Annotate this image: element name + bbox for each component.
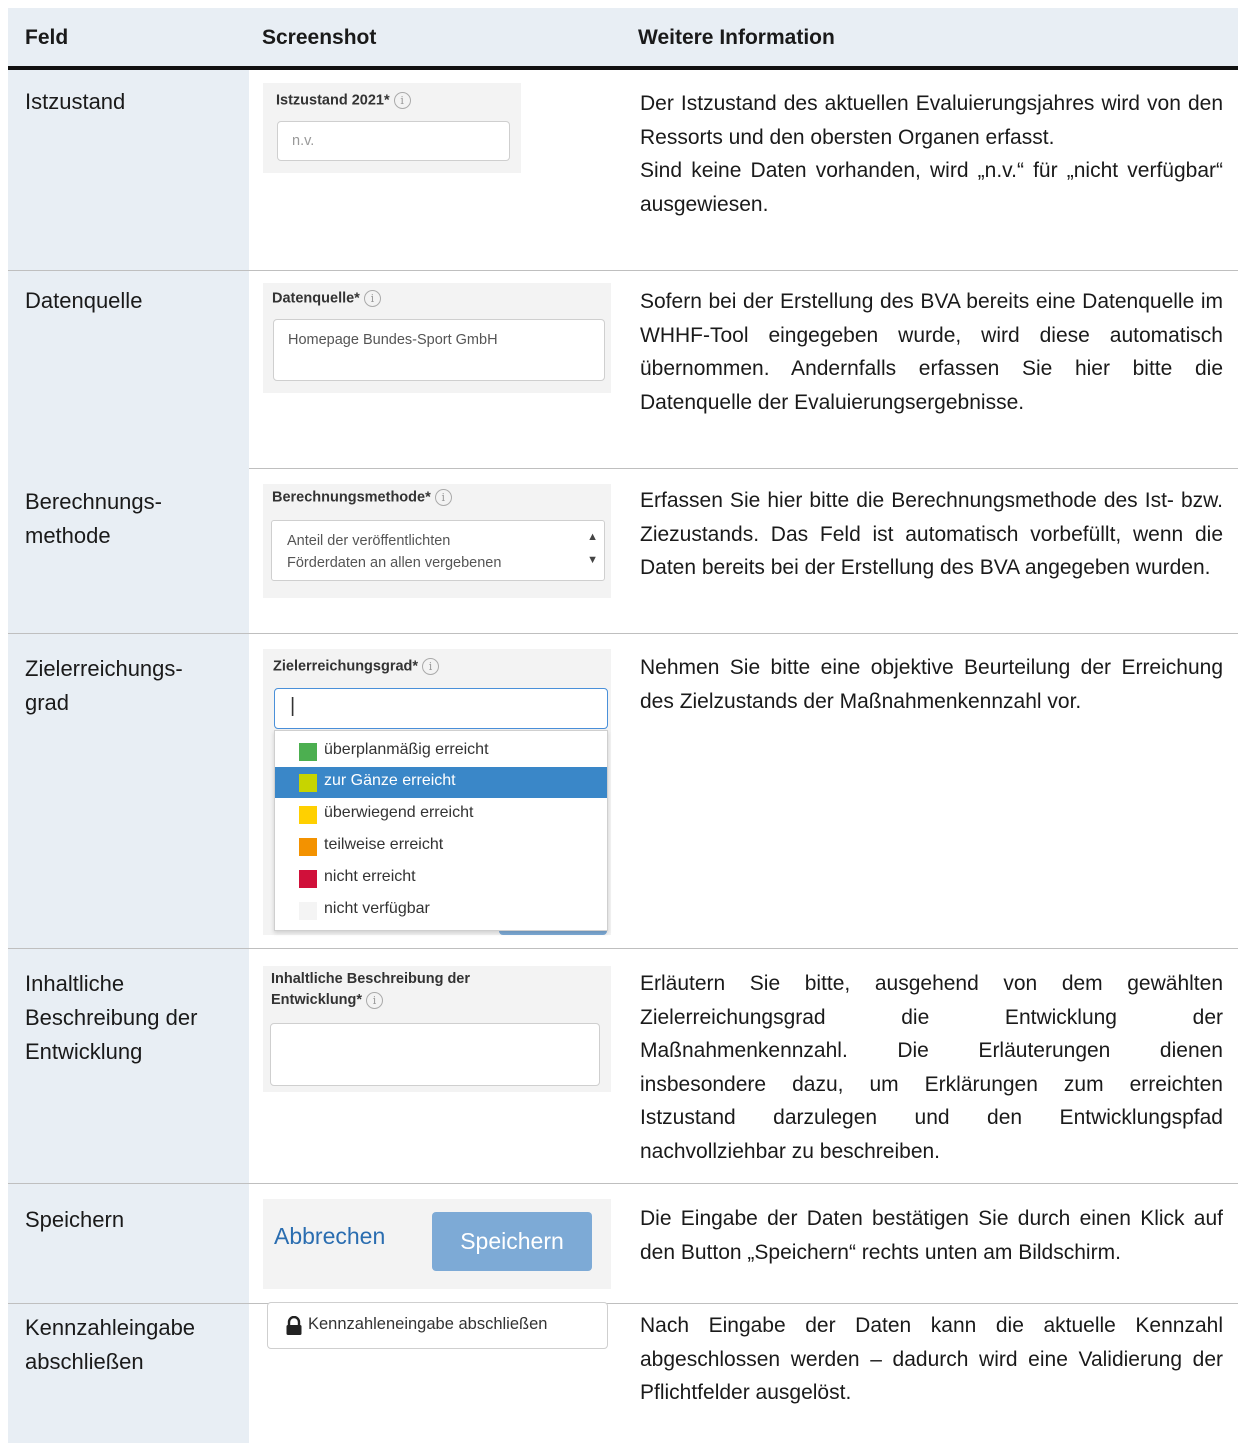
datenquelle-value: Homepage Bundes-Sport GmbH bbox=[288, 332, 498, 348]
row-divider bbox=[8, 1303, 1238, 1304]
dropdown-option-selected[interactable]: zur Gänze erreicht bbox=[275, 767, 607, 798]
beschreibung-textarea[interactable] bbox=[270, 1023, 600, 1086]
color-swatch bbox=[299, 743, 317, 761]
info-datenquelle: Sofern bei der Erstellung des BVA bereit… bbox=[640, 285, 1223, 419]
info-icon[interactable]: i bbox=[366, 991, 384, 1009]
row-divider bbox=[8, 1183, 1238, 1184]
berechnungsmethode-value-line: Förderdaten an allen vergebenen bbox=[287, 555, 502, 571]
istzustand-placeholder: n.v. bbox=[292, 133, 315, 149]
text-cursor: | bbox=[290, 695, 296, 717]
feld-column-background bbox=[8, 70, 249, 1443]
speichern-button[interactable]: Speichern bbox=[432, 1212, 592, 1271]
zielerreichungsgrad-dropdown: überplanmäßig erreicht zur Gänze erreich… bbox=[274, 730, 608, 931]
istzustand-label: Istzustand 2021* i bbox=[276, 92, 411, 109]
info-icon[interactable]: i bbox=[434, 489, 452, 506]
info-inhaltliche-beschreibung: Erläutern Sie bitte, ausgehend von dem g… bbox=[640, 967, 1223, 1168]
color-swatch bbox=[299, 806, 317, 824]
screenshot-zielerreichungsgrad: Zielerreichungsgrad* i | überplanmäßig er… bbox=[263, 649, 611, 935]
info-paragraph: Die Eingabe der Daten bestätigen Sie dur… bbox=[640, 1207, 1223, 1264]
row-divider bbox=[8, 270, 1238, 271]
feld-speichern: Speichern bbox=[25, 1207, 125, 1232]
option-label: überwiegend erreicht bbox=[324, 804, 474, 821]
color-swatch bbox=[299, 774, 317, 792]
feld-istzustand: Istzustand bbox=[25, 89, 126, 114]
dropdown-option[interactable]: überplanmäßig erreicht bbox=[275, 736, 607, 767]
screenshot-datenquelle: Datenquelle* i Homepage Bundes-Sport GmbH bbox=[263, 283, 611, 393]
info-paragraph: Sofern bei der Erstellung des BVA bereit… bbox=[640, 290, 1223, 414]
info-paragraph: Sind keine Daten vorhanden, wird „n.v.“ … bbox=[640, 159, 1223, 216]
info-paragraph: Nehmen Sie bitte eine objektive Beurteil… bbox=[640, 656, 1223, 713]
feld-zielerreichungsgrad: Zielerreichungs- grad bbox=[25, 656, 183, 715]
screenshot-speichern: Abbrechen Speichern bbox=[263, 1199, 611, 1289]
info-paragraph: Erläutern Sie bitte, ausgehend von dem g… bbox=[640, 972, 1223, 1163]
option-label: nicht erreicht bbox=[324, 868, 416, 885]
row-divider bbox=[8, 633, 1238, 634]
color-swatch bbox=[299, 838, 317, 856]
header-weitere-information: Weitere Information bbox=[638, 26, 835, 49]
zielerreichungsgrad-label: Zielerreichungsgrad* i bbox=[273, 658, 440, 675]
scroll-up-icon[interactable]: ▲ bbox=[587, 531, 598, 543]
screenshot-istzustand: Istzustand 2021* i n.v. bbox=[263, 83, 521, 173]
datenquelle-input[interactable]: Homepage Bundes-Sport GmbH bbox=[273, 319, 605, 381]
info-istzustand: Der Istzustand des aktuellen Evaluierung… bbox=[640, 87, 1223, 221]
istzustand-input[interactable]: n.v. bbox=[277, 121, 510, 161]
info-paragraph: Der Istzustand des aktuellen Evaluierung… bbox=[640, 92, 1223, 149]
info-paragraph: Nach Eingabe der Daten kann die aktuelle… bbox=[640, 1314, 1223, 1404]
color-swatch bbox=[299, 870, 317, 888]
info-icon[interactable]: i bbox=[393, 92, 411, 109]
kennzahleneingabe-abschliessen-button[interactable]: Kennzahleneingabe abschließen bbox=[267, 1302, 608, 1349]
dropdown-option[interactable]: nicht verfügbar bbox=[275, 895, 607, 926]
screenshot-berechnungsmethode: Berechnungsmethode* i Anteil der veröffen… bbox=[263, 484, 611, 598]
info-icon[interactable]: i bbox=[363, 290, 381, 307]
berechnungsmethode-textarea[interactable]: Anteil der veröffentlichten Förderdaten … bbox=[271, 520, 605, 581]
option-label: zur Gänze erreicht bbox=[324, 772, 456, 789]
color-swatch bbox=[299, 902, 317, 920]
button-label: Kennzahleneingabe abschließen bbox=[308, 1315, 548, 1333]
info-zielerreichungsgrad: Nehmen Sie bitte eine objektive Beurteil… bbox=[640, 651, 1223, 718]
berechnungsmethode-value-line: Anteil der veröffentlichten bbox=[287, 533, 451, 549]
lock-icon bbox=[285, 1315, 303, 1336]
berechnungsmethode-label: Berechnungsmethode* i bbox=[272, 489, 452, 506]
info-berechnungsmethode: Erfassen Sie hier bitte die Berechnungsm… bbox=[640, 484, 1223, 585]
feld-datenquelle: Datenquelle bbox=[25, 288, 143, 313]
info-icon[interactable]: i bbox=[422, 658, 440, 675]
scroll-down-icon[interactable]: ▼ bbox=[587, 554, 598, 566]
zielerreichungsgrad-select[interactable]: | bbox=[274, 688, 608, 729]
row-divider bbox=[8, 948, 1238, 949]
info-paragraph: Erfassen Sie hier bitte die Berechnungsm… bbox=[640, 489, 1223, 579]
header-feld: Feld bbox=[25, 26, 69, 49]
row-divider bbox=[249, 468, 1238, 469]
feld-berechnungsmethode: Berechnungs- methode bbox=[25, 489, 162, 548]
option-label: überplanmäßig erreicht bbox=[324, 741, 489, 758]
info-kennzahleingabe-abschliessen: Nach Eingabe der Daten kann die aktuelle… bbox=[640, 1309, 1223, 1410]
feld-kennzahleingabe-abschliessen: Kennzahleingabe abschließen bbox=[25, 1315, 196, 1374]
dropdown-option[interactable]: überwiegend erreicht bbox=[275, 799, 607, 830]
feld-inhaltliche-beschreibung: Inhaltliche Beschreibung der Entwicklung bbox=[25, 971, 198, 1064]
option-label: teilweise erreicht bbox=[324, 836, 444, 853]
header-screenshot: Screenshot bbox=[262, 26, 377, 49]
beschreibung-label: Inhaltliche Beschreibung der Entwicklung… bbox=[271, 971, 471, 1009]
table-header: Feld Screenshot Weitere Information bbox=[8, 8, 1238, 70]
datenquelle-label: Datenquelle* i bbox=[272, 290, 381, 307]
abbrechen-button[interactable]: Abbrechen bbox=[274, 1223, 385, 1250]
dropdown-option[interactable]: teilweise erreicht bbox=[275, 831, 607, 862]
option-label: nicht verfügbar bbox=[324, 900, 430, 917]
info-speichern: Die Eingabe der Daten bestätigen Sie dur… bbox=[640, 1202, 1223, 1269]
dropdown-option[interactable]: nicht erreicht bbox=[275, 863, 607, 894]
screenshot-inhaltliche-beschreibung: Inhaltliche Beschreibung der Entwicklung… bbox=[263, 966, 611, 1092]
